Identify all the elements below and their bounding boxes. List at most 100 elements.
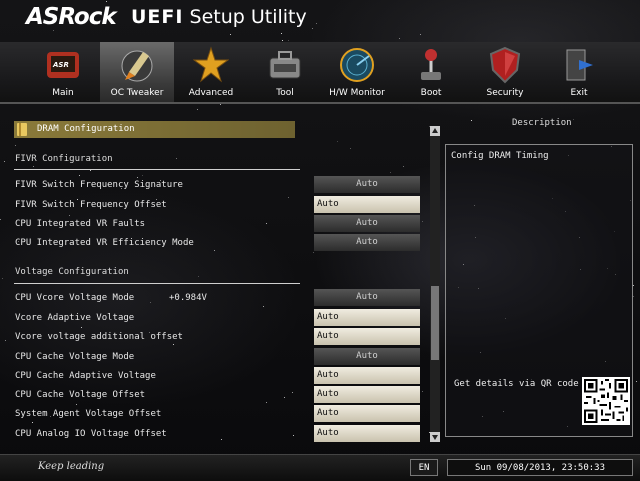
toolbox-icon xyxy=(267,46,303,84)
qr-caption: Get details via QR code xyxy=(454,379,579,389)
scroll-up-arrow-icon[interactable] xyxy=(430,126,440,136)
star xyxy=(173,344,174,345)
star xyxy=(573,119,574,120)
star xyxy=(284,397,285,398)
tab-boot[interactable]: Boot xyxy=(394,42,468,102)
row-label: CPU Analog IO Voltage Offset xyxy=(15,429,167,439)
star xyxy=(4,161,5,162)
value-field[interactable]: Auto xyxy=(314,196,420,213)
value-field[interactable]: Auto xyxy=(314,386,420,403)
footer-bar: Keep leading EN Sun 09/08/2013, 23:50:33 xyxy=(0,454,640,481)
scroll-down-arrow-icon[interactable] xyxy=(430,432,440,442)
tab-label: Boot xyxy=(420,88,442,98)
vcore-voltage-readout: +0.984V xyxy=(169,293,207,303)
value-field[interactable]: Auto xyxy=(314,328,420,345)
description-text: Config DRAM Timing xyxy=(451,151,549,161)
star xyxy=(636,381,637,382)
datetime-display: Sun 09/08/2013, 23:50:33 xyxy=(447,459,633,476)
tab-label: Tool xyxy=(276,88,294,98)
star xyxy=(197,109,198,110)
dram-configuration-item[interactable]: DRAM Configuration xyxy=(14,121,295,138)
selected-item-label: DRAM Configuration xyxy=(37,124,135,134)
tab-oc-tweaker[interactable]: OC Tweaker xyxy=(100,42,174,102)
radar-icon xyxy=(339,46,375,84)
row-label: CPU Integrated VR Efficiency Mode xyxy=(15,238,194,248)
value-field[interactable]: Auto xyxy=(314,215,420,232)
row-label: CPU Cache Voltage Mode xyxy=(15,352,135,362)
value-field[interactable]: Auto xyxy=(314,289,420,306)
row-label: CPU Cache Voltage Offset xyxy=(15,390,146,400)
star xyxy=(2,278,3,279)
star xyxy=(137,177,138,178)
star xyxy=(313,252,314,253)
star xyxy=(220,104,221,105)
star xyxy=(176,158,177,159)
folder-icon xyxy=(17,123,27,136)
value-field[interactable]: Auto xyxy=(314,348,420,365)
row-label: System Agent Voltage Offset xyxy=(15,409,162,419)
tab-label: OC Tweaker xyxy=(110,88,164,98)
star xyxy=(633,296,634,297)
star xyxy=(198,276,199,277)
tab-security[interactable]: Security xyxy=(468,42,542,102)
star xyxy=(403,166,404,167)
nav-bar: ASR Main OC Tweaker Advanced Tool H/W Mo… xyxy=(0,42,640,104)
tab-main[interactable]: ASR Main xyxy=(26,42,100,102)
row-label: Vcore Adaptive Voltage xyxy=(15,313,135,323)
star xyxy=(292,392,293,393)
tab-label: Exit xyxy=(570,88,588,98)
qr-code-icon xyxy=(582,377,630,425)
description-title: Description xyxy=(512,118,572,128)
star xyxy=(633,285,634,286)
tab-advanced[interactable]: Advanced xyxy=(174,42,248,102)
row-label: FIVR Switch Frequency Offset xyxy=(15,200,167,210)
tab-label: Advanced xyxy=(188,88,234,98)
value-field[interactable]: Auto xyxy=(314,234,420,251)
header: ASRock UEFI Setup Utility xyxy=(0,0,640,42)
product-title-rest: Setup Utility xyxy=(183,6,307,28)
value-field[interactable]: Auto xyxy=(314,405,420,422)
joystick-icon xyxy=(413,46,449,84)
svg-text:ASR: ASR xyxy=(52,61,69,69)
main-icon: ASR xyxy=(45,46,81,84)
language-button[interactable]: EN xyxy=(410,459,438,476)
product-title-bold: UEFI xyxy=(131,6,184,28)
value-field[interactable]: Auto xyxy=(314,367,420,384)
star xyxy=(266,402,267,403)
scrollbar-thumb[interactable] xyxy=(431,286,439,360)
row-label: CPU Integrated VR Faults xyxy=(15,219,146,229)
tab-label: Main xyxy=(52,88,74,98)
tab-tool[interactable]: Tool xyxy=(248,42,322,102)
exit-door-icon xyxy=(561,46,597,84)
row-label: CPU Vcore Voltage Mode xyxy=(15,293,135,303)
star xyxy=(15,145,16,146)
star xyxy=(81,327,82,328)
star xyxy=(350,148,351,149)
star xyxy=(32,422,33,423)
value-field[interactable]: Auto xyxy=(314,309,420,326)
section-divider xyxy=(14,169,300,170)
value-field[interactable]: Auto xyxy=(314,176,420,193)
star xyxy=(337,141,338,142)
star xyxy=(69,215,70,216)
star xyxy=(221,439,222,440)
scrollbar-track[interactable] xyxy=(430,126,440,442)
value-field[interactable]: Auto xyxy=(314,425,420,442)
star xyxy=(422,391,423,392)
tab-hw-monitor[interactable]: H/W Monitor xyxy=(320,42,394,102)
star xyxy=(33,166,34,167)
section-title-fivr: FIVR Configuration xyxy=(15,154,113,164)
shield-icon xyxy=(487,46,523,84)
section-title-voltage: Voltage Configuration xyxy=(15,267,129,277)
star xyxy=(76,404,77,405)
star xyxy=(390,172,391,173)
star xyxy=(288,197,289,198)
tab-exit[interactable]: Exit xyxy=(542,42,616,102)
brand-logo: ASRock xyxy=(26,4,117,30)
star xyxy=(0,219,1,220)
rocket-icon xyxy=(119,46,155,84)
row-label: Vcore voltage additional offset xyxy=(15,332,183,342)
star xyxy=(142,175,143,176)
star xyxy=(422,221,423,222)
section-divider xyxy=(14,283,300,284)
